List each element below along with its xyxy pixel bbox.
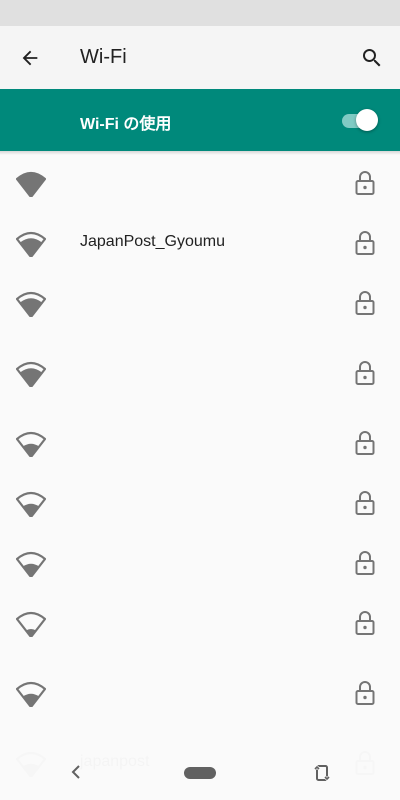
- wifi-signal-icon: [15, 491, 47, 519]
- network-ssid: JapanPost_Gyoumu: [80, 233, 225, 250]
- wifi-signal-icon: [15, 431, 47, 459]
- lock-icon: [354, 360, 376, 386]
- lock-icon: [354, 490, 376, 516]
- wifi-signal-icon: [15, 611, 47, 639]
- toggle-thumb: [356, 109, 378, 131]
- lock-icon: [354, 230, 376, 256]
- navigation-bar: [0, 745, 400, 800]
- network-row[interactable]: [0, 155, 400, 213]
- network-row[interactable]: JapanPost_Gyoumu: [0, 215, 400, 273]
- wifi-signal-icon: [15, 551, 47, 579]
- lock-icon: [354, 610, 376, 636]
- wifi-master-switch-bar[interactable]: Wi-Fi の使用: [0, 89, 400, 151]
- wifi-master-label: Wi-Fi の使用: [80, 116, 172, 133]
- wifi-signal-icon: [15, 291, 47, 319]
- lock-icon: [354, 430, 376, 456]
- lock-icon: [354, 680, 376, 706]
- network-row[interactable]: [0, 415, 400, 473]
- wifi-signal-icon: [15, 231, 47, 259]
- status-bar: [0, 0, 400, 26]
- network-row[interactable]: [0, 595, 400, 653]
- page-title: Wi-Fi: [80, 46, 127, 68]
- home-pill[interactable]: [184, 767, 216, 779]
- network-row[interactable]: [0, 275, 400, 333]
- back-arrow-icon[interactable]: [14, 42, 46, 74]
- wifi-settings-screen: Wi-Fi Wi-Fi の使用 JapanPost_Gyoumujapanpos…: [0, 0, 400, 800]
- rotate-icon[interactable]: [310, 761, 334, 785]
- wifi-signal-icon: [15, 171, 47, 199]
- app-bar: Wi-Fi: [0, 26, 400, 89]
- wifi-toggle[interactable]: [340, 109, 378, 131]
- wifi-signal-icon: [15, 361, 47, 389]
- wifi-signal-icon: [15, 681, 47, 709]
- network-row[interactable]: [0, 475, 400, 533]
- lock-icon: [354, 170, 376, 196]
- network-row[interactable]: [0, 665, 400, 723]
- lock-icon: [354, 550, 376, 576]
- nav-back-icon[interactable]: [68, 763, 86, 781]
- network-row[interactable]: [0, 535, 400, 593]
- network-row[interactable]: [0, 345, 400, 403]
- lock-icon: [354, 290, 376, 316]
- search-icon[interactable]: [356, 42, 388, 74]
